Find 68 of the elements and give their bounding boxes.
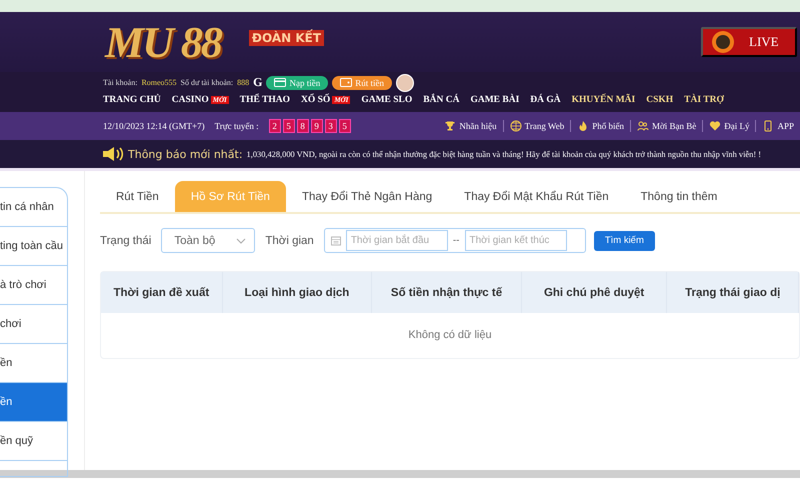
online-digit: 9 — [310, 119, 323, 133]
sidebar-item[interactable]: chơi — [0, 305, 67, 344]
refresh-link[interactable]: G — [253, 75, 262, 90]
trophy-icon — [444, 120, 456, 132]
nav-link[interactable]: TÀI TRỢ — [684, 95, 724, 105]
people-icon — [636, 120, 649, 132]
top-link[interactable]: Trang Web — [502, 120, 570, 132]
column-header: Trạng thái giao dị — [667, 272, 800, 313]
top-link[interactable]: Phổ biến — [570, 120, 630, 132]
empty-message: Không có dữ liệu — [407, 329, 493, 341]
nav-link[interactable]: BẮN CÁ — [423, 95, 460, 105]
status-label: Trạng thái — [100, 234, 152, 246]
live-button[interactable]: LIVE — [701, 27, 797, 57]
flame-icon — [577, 120, 590, 132]
nav-link[interactable]: THỂ THAO — [240, 95, 290, 105]
top-link[interactable]: APP — [755, 120, 800, 132]
speaker-icon — [102, 146, 124, 162]
tab[interactable]: Thay Đổi Mật Khẩu Rút Tiền — [448, 181, 625, 212]
nav-link[interactable]: GAME SLO — [361, 95, 412, 105]
top-link[interactable]: Đại Lý — [702, 120, 756, 132]
balance-value: 888 — [237, 78, 250, 87]
tab[interactable]: Thay Đổi Thẻ Ngân Hàng — [286, 181, 448, 212]
wallet-icon — [340, 78, 352, 87]
online-digit: 8 — [296, 119, 309, 133]
logo[interactable]: MU 88 — [105, 16, 221, 68]
column-header: Số tiền nhận thực tế — [372, 272, 522, 313]
nav-link[interactable]: TRANG CHỦ — [103, 95, 161, 105]
column-header: Thời gian đề xuất — [101, 272, 223, 313]
nav-link[interactable]: ĐÁ GÀ — [530, 95, 561, 105]
top-link[interactable]: Mời Bạn Bè — [630, 120, 702, 132]
top-link[interactable]: Nhãn hiệu — [438, 120, 503, 132]
column-header: Loại hình giao dịch — [222, 272, 372, 313]
tab[interactable]: Thông tin thêm — [624, 181, 734, 212]
time-label: Thời gian — [265, 234, 314, 246]
notice-text: 1,030,428,000 VND, ngoài ra còn có thể nhận thưởng đặc biệt hàng tuần và tháng! Hãy để tài khoản của quý khách trở thành nguồn thu nhập vĩnh viễn! ! — [246, 150, 761, 158]
avatar[interactable] — [396, 74, 414, 92]
ball-emblem-icon — [711, 30, 735, 54]
username: Romeo555 — [141, 78, 177, 87]
nav-link[interactable]: GAME BÀI — [470, 95, 520, 105]
calendar-icon — [330, 236, 341, 246]
notice-title: Thông báo mới nhất: — [128, 148, 243, 160]
phone-icon — [762, 120, 774, 132]
status-dropdown[interactable]: Toàn bộ — [161, 228, 256, 253]
balance-label: Số dư tài khoản: — [180, 78, 234, 87]
sidebar-item[interactable]: ting toàn cầu — [0, 227, 67, 266]
online-digit: 5 — [338, 119, 351, 133]
online-label: Trực tuyến : — [214, 121, 259, 131]
scrollbar[interactable] — [0, 470, 800, 478]
sidebar-item[interactable]: ền quỹ — [0, 422, 67, 461]
range-separator: -- — [452, 235, 460, 246]
globe-icon — [510, 120, 522, 132]
online-digit: 5 — [282, 119, 295, 133]
online-digit: 2 — [268, 119, 281, 133]
nav-link[interactable]: CSKH — [646, 95, 674, 105]
chevron-down-icon — [236, 238, 246, 244]
search-button[interactable]: Tìm kiếm — [594, 230, 655, 250]
nav-link[interactable]: KHUYẾN MÃI — [572, 95, 636, 105]
tab[interactable]: Rút Tiền — [100, 181, 175, 212]
column-header: Ghi chú phê duyệt — [522, 272, 668, 313]
date-time: 12/10/2023 12:14 (GMT+7) — [103, 121, 205, 131]
sidebar-item[interactable]: à trò chơi — [0, 266, 67, 305]
slogan-text: ĐOÀN KẾT — [248, 30, 324, 46]
heart-icon — [709, 120, 722, 132]
account-label: Tài khoản: — [103, 78, 138, 87]
card-icon — [274, 78, 286, 87]
sidebar-item[interactable]: tin cá nhân — [0, 188, 67, 227]
sidebar-item[interactable]: ền — [0, 383, 67, 422]
online-digit: 3 — [324, 119, 337, 133]
